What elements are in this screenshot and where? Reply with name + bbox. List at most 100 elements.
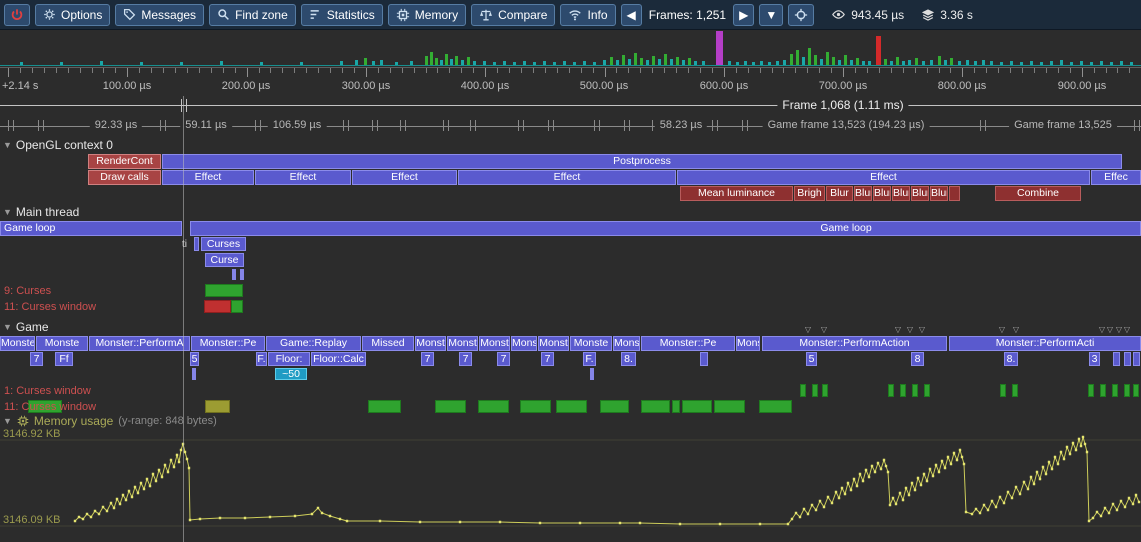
zone-bar[interactable]: Monst — [538, 336, 569, 351]
section-header-memory[interactable]: ▼ Memory usage (y-range: 848 bytes) — [3, 414, 217, 428]
zone-bar[interactable]: 3 — [1089, 352, 1100, 366]
goto-frame-button[interactable] — [788, 4, 814, 26]
zone-bar[interactable] — [231, 300, 243, 313]
frame-cursor-line[interactable] — [183, 96, 184, 542]
zone-bar[interactable] — [600, 400, 629, 413]
message-marker-icon[interactable]: ▽ — [1099, 325, 1105, 334]
zone-bar[interactable] — [672, 400, 680, 413]
zone-bar[interactable] — [641, 400, 670, 413]
zone-bar[interactable]: 8. — [621, 352, 636, 366]
message-marker-icon[interactable]: ▽ — [805, 325, 811, 334]
zone-bar[interactable]: Mons — [613, 336, 640, 351]
compare-button[interactable]: Compare — [471, 4, 555, 26]
zone-bar[interactable]: Effect — [458, 170, 676, 185]
zone-bar[interactable]: 8 — [911, 352, 924, 366]
zone-bar[interactable]: Game loop — [0, 221, 182, 236]
zone-bar[interactable] — [714, 400, 745, 413]
zone-bar[interactable]: 7 — [459, 352, 472, 366]
message-marker-icon[interactable]: ▽ — [999, 325, 1005, 334]
zone-bar[interactable]: Ff — [55, 352, 73, 366]
zone-bar[interactable]: Curses — [201, 237, 246, 251]
zone-bar[interactable]: Monst — [479, 336, 510, 351]
zone-bar[interactable]: Draw calls — [88, 170, 161, 185]
zone-bar[interactable] — [1000, 384, 1006, 397]
zone-bar[interactable]: Brigh — [794, 186, 825, 201]
zone-bar[interactable]: Floor: — [268, 352, 310, 366]
zone-bar[interactable]: F. — [256, 352, 267, 366]
zone-bar[interactable] — [822, 384, 828, 397]
zone-bar[interactable] — [205, 400, 230, 413]
zone-bar[interactable]: Blur — [873, 186, 891, 201]
zone-bar[interactable]: ~50 — [275, 368, 307, 380]
zone-bar[interactable]: Blur — [892, 186, 910, 201]
zone-bar[interactable]: Missed — [362, 336, 414, 351]
message-marker-icon[interactable]: ▽ — [1107, 325, 1113, 334]
zone-bar[interactable]: Effect — [677, 170, 1090, 185]
zone-bar[interactable] — [1112, 384, 1118, 397]
zone-bar[interactable]: 7 — [541, 352, 554, 366]
zone-bar[interactable] — [1133, 352, 1140, 366]
zone-bar[interactable] — [1124, 384, 1130, 397]
zone-bar[interactable] — [1088, 384, 1094, 397]
section-header-main-thread[interactable]: ▼ Main thread — [3, 205, 79, 219]
zone-bar[interactable] — [1133, 384, 1139, 397]
zone-bar[interactable]: Monst — [511, 336, 537, 351]
zone-bar[interactable]: Blur — [930, 186, 948, 201]
zone-bar[interactable] — [192, 368, 196, 380]
zone-bar[interactable] — [759, 400, 792, 413]
messages-button[interactable]: Messages — [115, 4, 204, 26]
zone-bar[interactable] — [556, 400, 587, 413]
zone-bar[interactable] — [590, 368, 594, 380]
find-zone-button[interactable]: Find zone — [209, 4, 296, 26]
zone-bar[interactable]: Monst — [447, 336, 478, 351]
zone-bar[interactable]: Mons — [736, 336, 760, 351]
zone-bar[interactable] — [949, 186, 960, 201]
zone-bar[interactable]: 8. — [1004, 352, 1018, 366]
memory-button[interactable]: Memory — [388, 4, 466, 26]
zone-bar[interactable] — [478, 400, 509, 413]
zone-bar[interactable]: Blur — [826, 186, 853, 201]
zone-bar[interactable] — [520, 400, 551, 413]
zone-bar[interactable]: Combine — [995, 186, 1081, 201]
zone-bar[interactable]: Effect — [352, 170, 457, 185]
zone-bar[interactable] — [888, 384, 894, 397]
zone-bar[interactable]: Game loop — [190, 221, 1141, 236]
zone-bar[interactable]: 7 — [497, 352, 510, 366]
zone-bar[interactable]: Curse — [205, 253, 244, 267]
zone-bar[interactable] — [1113, 352, 1120, 366]
message-marker-icon[interactable]: ▽ — [821, 325, 827, 334]
zone-bar[interactable]: Floor::Calc — [311, 352, 366, 366]
zone-bar[interactable]: Monste — [36, 336, 88, 351]
info-button[interactable]: Info — [560, 4, 615, 26]
zone-bar[interactable] — [912, 384, 918, 397]
message-marker-icon[interactable]: ▽ — [919, 325, 925, 334]
zone-bar[interactable]: 7 — [421, 352, 434, 366]
zone-bar[interactable] — [435, 400, 466, 413]
message-marker-icon[interactable]: ▽ — [895, 325, 901, 334]
zone-bar[interactable]: 5 — [806, 352, 817, 366]
zone-bar[interactable]: Effec — [1091, 170, 1141, 185]
zone-bar[interactable] — [1100, 384, 1106, 397]
statistics-button[interactable]: Statistics — [301, 4, 383, 26]
zone-bar[interactable]: Monst — [415, 336, 446, 351]
zone-bar[interactable] — [900, 384, 906, 397]
zone-bar[interactable]: Monster::PerformA — [89, 336, 190, 351]
zone-bar[interactable]: F. — [583, 352, 596, 366]
zone-bar[interactable]: Game::Replay — [266, 336, 361, 351]
zone-bar[interactable]: 5 — [190, 352, 199, 366]
zone-bar[interactable]: 7 — [30, 352, 43, 366]
zone-bar[interactable]: Monste — [570, 336, 612, 351]
message-marker-icon[interactable]: ▽ — [1116, 325, 1122, 334]
power-button[interactable] — [4, 4, 30, 26]
zone-bar[interactable]: Effect — [255, 170, 351, 185]
zone-bar[interactable] — [204, 300, 231, 313]
zone-bar[interactable] — [368, 400, 401, 413]
zone-bar[interactable]: Monster::PerformActi — [949, 336, 1141, 351]
section-header-opengl[interactable]: ▼ OpenGL context 0 — [3, 138, 113, 152]
options-button[interactable]: Options — [35, 4, 110, 26]
zone-bar[interactable] — [1012, 384, 1018, 397]
message-marker-icon[interactable]: ▽ — [907, 325, 913, 334]
zone-bar[interactable]: Postprocess — [162, 154, 1122, 169]
zone-bar[interactable] — [1124, 352, 1131, 366]
zone-bar[interactable] — [194, 237, 199, 251]
